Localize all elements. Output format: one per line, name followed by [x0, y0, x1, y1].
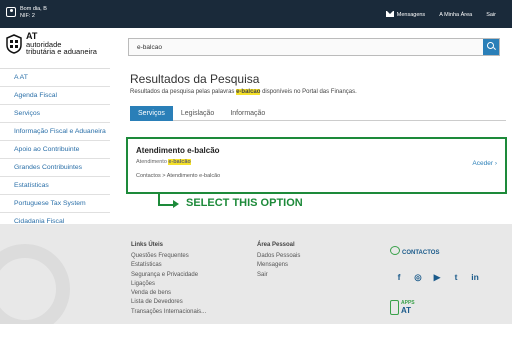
footer-decoration [0, 244, 70, 334]
footer-link[interactable]: Ligações [131, 280, 206, 289]
results-subtitle: Resultados da pesquisa pelas palavras e-… [130, 89, 357, 95]
sidebar: A AT Agenda Fiscal Serviços Informação F… [0, 68, 110, 231]
greeting-block: Bom dia, B NIF: 2 [20, 6, 47, 20]
footer-link[interactable]: Lista de Devedores [131, 298, 206, 307]
search-input[interactable] [129, 39, 469, 55]
footer-links-column: Links Úteis Questões Frequentes Estatíst… [131, 242, 206, 317]
results-tabs: Serviços Legislação Informação [130, 106, 506, 121]
at-logo-icon[interactable] [6, 34, 22, 54]
contactos-label: CONTACTOS [402, 250, 440, 256]
facebook-icon[interactable]: f [394, 272, 404, 282]
footer-link[interactable]: Venda de bens [131, 289, 206, 298]
top-bar: Bom dia, B NIF: 2 Mensagens A Minha Área… [0, 0, 512, 28]
phone-icon [390, 300, 399, 315]
subtitle-after: disponíveis no Portal das Finanças. [260, 89, 357, 95]
result-title[interactable]: Atendimento e-balcão [136, 146, 220, 155]
sidebar-item-informacao-fiscal[interactable]: Informação Fiscal e Aduaneira [0, 123, 110, 141]
apps-at-link[interactable]: APPS AT [390, 300, 430, 320]
greeting-text: Bom dia, B [20, 6, 47, 12]
linkedin-icon[interactable]: in [470, 272, 480, 282]
footer-link[interactable]: Estatísticas [131, 261, 206, 270]
messages-link[interactable]: Mensagens [385, 11, 426, 18]
result-meta-label: Atendimento [136, 159, 169, 165]
access-link[interactable]: Aceder › [472, 160, 497, 167]
footer-personal-column: Área Pessoal Dados Pessoais Mensagens Sa… [257, 242, 300, 280]
tab-informacao[interactable]: Informação [222, 106, 273, 121]
sidebar-item-grandes-contribuintes[interactable]: Grandes Contribuintes [0, 159, 110, 177]
page-title: Resultados da Pesquisa [130, 72, 260, 86]
nif-text: NIF: 2 [20, 13, 35, 19]
annotation-arrowhead-icon [173, 200, 179, 208]
sidebar-item-servicos[interactable]: Serviços [0, 105, 110, 123]
annotation-text: SELECT THIS OPTION [186, 197, 303, 209]
instagram-icon[interactable]: ◎ [413, 272, 423, 282]
footer-link[interactable]: Transações Internacionais... [131, 308, 206, 317]
tab-legislacao[interactable]: Legislação [173, 106, 222, 121]
logout-link[interactable]: Sair [486, 12, 496, 18]
site-logo[interactable]: AT autoridade tributária e aduaneira [26, 32, 97, 56]
result-card-atendimento-e-balcao[interactable]: Atendimento e-balcão Atendimento e-balcã… [126, 137, 507, 194]
result-meta: Atendimento e-balcão [136, 159, 191, 165]
user-icon [6, 7, 16, 17]
search-bar [128, 38, 500, 56]
chat-bubble-icon [390, 246, 400, 255]
my-area-link[interactable]: A Minha Área [439, 12, 472, 18]
messages-label: Mensagens [396, 12, 426, 18]
footer-personal-link[interactable]: Dados Pessoais [257, 252, 300, 261]
apps-at-label: AT [401, 306, 412, 315]
search-button[interactable] [483, 39, 499, 55]
footer-link[interactable]: Segurança e Privacidade [131, 271, 206, 280]
sidebar-item-apoio-contribuinte[interactable]: Apoio ao Contribuinte [0, 141, 110, 159]
footer-links-title: Links Úteis [131, 242, 164, 248]
bottom-blank [0, 324, 512, 363]
site-header: AT autoridade tributária e aduaneira [0, 28, 512, 68]
result-term-highlight: e-balcão [168, 159, 191, 165]
sidebar-item-estatisticas[interactable]: Estatísticas [0, 177, 110, 195]
search-term-highlight: e-balcao [236, 89, 261, 95]
mail-icon [385, 11, 394, 17]
footer-link[interactable]: Questões Frequentes [131, 252, 206, 261]
tab-servicos[interactable]: Serviços [130, 106, 173, 121]
footer-personal-link[interactable]: Mensagens [257, 261, 300, 270]
footer-personal-link[interactable]: Sair [257, 271, 300, 280]
sidebar-item-a-at[interactable]: A AT [0, 69, 110, 87]
youtube-icon[interactable]: ▶ [432, 272, 442, 282]
subtitle-before: Resultados da pesquisa pelas palavras [130, 89, 237, 95]
sidebar-item-agenda-fiscal[interactable]: Agenda Fiscal [0, 87, 110, 105]
top-nav: Mensagens A Minha Área Sair [385, 11, 496, 18]
sidebar-item-portuguese-tax-system[interactable]: Portuguese Tax System [0, 195, 110, 213]
social-links: f ◎ ▶ t in [394, 272, 480, 282]
logo-line-3: tributária e aduaneira [26, 47, 97, 56]
result-breadcrumb: Contactos > Atendimento e-balcão [136, 173, 221, 179]
site-footer: Links Úteis Questões Frequentes Estatíst… [0, 224, 512, 334]
contactos-link[interactable]: CONTACTOS [390, 246, 439, 256]
footer-personal-title: Área Pessoal [257, 242, 295, 248]
twitter-icon[interactable]: t [451, 272, 461, 282]
